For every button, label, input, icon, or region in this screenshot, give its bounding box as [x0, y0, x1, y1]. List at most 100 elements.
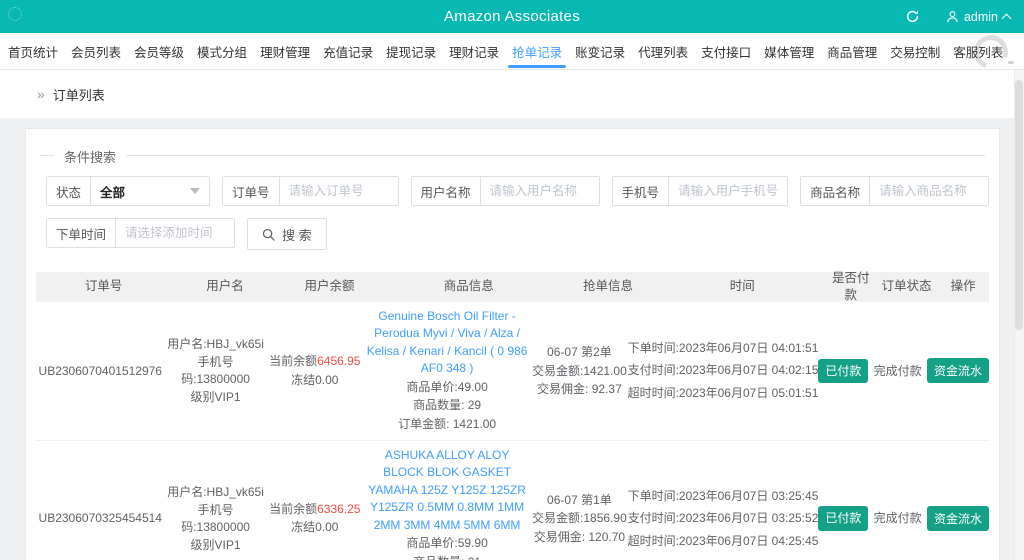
balance-value: 6456.95	[317, 354, 361, 369]
search-form: 状态 全部 订单号 用户名称 手机号 商品名称	[26, 156, 999, 266]
main-nav: 首页统计 会员列表 会员等级 模式分组 理财管理 充值记录 提现记录 理财记录 …	[0, 29, 1024, 75]
refresh-icon[interactable]	[905, 9, 920, 24]
nav-item-payment-gateway[interactable]: 支付接口	[701, 33, 751, 70]
content-card: 条件搜索 状态 全部 订单号 用户名称 手机号	[25, 128, 1000, 560]
nav-item-finance-mgmt[interactable]: 理财管理	[260, 33, 310, 70]
search-fieldset: 条件搜索	[40, 147, 985, 166]
app-title: Amazon Associates	[444, 8, 580, 25]
admin-username: admin	[963, 9, 998, 24]
status-cell: 完成付款	[873, 511, 922, 526]
product-name-group: 商品名称	[800, 176, 990, 206]
status-selected-value: 全部	[100, 185, 126, 200]
user-phone: 手机号码:13800000	[181, 502, 250, 534]
fund-flow-button[interactable]: 资金流水	[926, 506, 989, 532]
balance-label: 当前余额	[269, 502, 318, 517]
grab-commission: 交易佣金: 92.37	[537, 381, 622, 396]
phone-input[interactable]	[669, 177, 788, 205]
paid-cell: 已付款	[818, 358, 869, 384]
nav-item-recharge-records[interactable]: 充值记录	[323, 33, 373, 70]
col-header-balance: 用户余额	[304, 279, 355, 294]
order-no-input[interactable]	[279, 177, 398, 205]
order-no-cell: UB2306070325454514	[38, 511, 162, 526]
order-amount: 订单金额: 1421.00	[398, 416, 497, 431]
status-select[interactable]: 全部	[91, 177, 209, 205]
username-group: 用户名称	[410, 176, 600, 206]
balance-value: 6336.25	[317, 502, 361, 517]
grab-cell: 06-07 第2单 交易金额:1421.00 交易佣金: 92.37	[531, 343, 627, 399]
user-cell: 用户名:HBJ_vk65i 手机号码:13800000 级别VIP1	[165, 482, 267, 555]
product-qty: 商品数量: 29	[413, 398, 482, 413]
nav-item-support-list[interactable]: 客服列表	[953, 33, 1003, 70]
timeout-time: 超时时间:2023年06月07日 04:25:45	[627, 533, 819, 548]
nav-item-trade-control[interactable]: 交易控制	[890, 33, 940, 70]
nav-item-home-stats[interactable]: 首页统计	[8, 33, 58, 70]
user-icon	[947, 11, 958, 23]
nav-item-member-list[interactable]: 会员列表	[71, 33, 121, 70]
order-time: 下单时间:2023年06月07日 04:01:51	[627, 340, 819, 355]
col-header-status: 订单状态	[881, 279, 932, 294]
paid-badge: 已付款	[818, 506, 869, 532]
order-no-group: 订单号	[222, 176, 399, 206]
grab-seq: 06-07 第1单	[547, 492, 612, 507]
product-name-input[interactable]	[870, 177, 989, 205]
balance-cell: 当前余额6336.25 冻结0.00	[267, 500, 363, 538]
product-link[interactable]: ASHUKA ALLOY ALOY BLOCK BLOK GASKET YAMA…	[363, 447, 531, 534]
order-no-label: 订单号	[223, 177, 280, 205]
product-price: 商品单价:59.90	[406, 536, 488, 551]
col-header-product: 商品信息	[443, 279, 494, 294]
search-button[interactable]: 搜 索	[247, 218, 327, 250]
nav-item-balance-changes[interactable]: 账变记录	[575, 33, 625, 70]
user-phone: 手机号码:13800000	[181, 355, 250, 386]
table-row: UB2306070401512976 用户名:HBJ_vk65i 手机号码:13…	[36, 302, 989, 441]
admin-menu[interactable]: admin	[946, 9, 1012, 24]
frozen-balance: 冻结0.00	[291, 520, 339, 535]
time-cell: 下单时间:2023年06月07日 03:25:45 支付时间:2023年06月0…	[628, 484, 819, 553]
grab-commission: 交易佣金: 120.70	[533, 529, 626, 544]
product-cell: ASHUKA ALLOY ALOY BLOCK BLOK GASKET YAMA…	[363, 447, 531, 560]
caret-down-icon	[190, 188, 201, 194]
action-cell: 资金流水	[926, 358, 989, 384]
nav-item-finance-records[interactable]: 理财记录	[449, 33, 499, 70]
paid-badge: 已付款	[818, 358, 869, 384]
orders-table: 订单号 用户名 用户余额 商品信息 抢单信息 时间 是否付款 订单状态 操作 U…	[36, 270, 989, 560]
product-qty: 商品数量: 31	[363, 554, 531, 560]
nav-item-grab-records[interactable]: 抢单记录	[508, 33, 567, 70]
order-no-cell: UB2306070401512976	[38, 363, 162, 378]
grab-seq: 06-07 第2单	[547, 345, 612, 360]
user-name: 用户名:HBJ_vk65i	[167, 484, 264, 499]
nav-item-agent-list[interactable]: 代理列表	[638, 33, 688, 70]
nav-item-media-mgmt[interactable]: 媒体管理	[764, 33, 814, 70]
order-time-label: 下单时间	[47, 219, 117, 247]
scrollbar-thumb[interactable]	[1015, 80, 1023, 330]
chevron-up-icon	[1001, 13, 1012, 24]
double-chevron-icon: »	[37, 86, 45, 102]
nav-item-product-mgmt[interactable]: 商品管理	[827, 33, 877, 70]
user-cell: 用户名:HBJ_vk65i 手机号码:13800000 级别VIP1	[165, 334, 267, 407]
user-name: 用户名:HBJ_vk65i	[167, 336, 264, 351]
col-header-paid: 是否付款	[831, 270, 870, 303]
product-link[interactable]: Genuine Bosch Oil Filter - Perodua Myvi …	[363, 308, 531, 378]
frozen-balance: 冻结0.00	[291, 372, 339, 387]
phone-group: 手机号	[611, 176, 789, 206]
grab-amount: 交易金额:1856.90	[532, 511, 627, 526]
col-header-grab: 抢单信息	[583, 279, 634, 294]
time-cell: 下单时间:2023年06月07日 04:01:51 支付时间:2023年06月0…	[628, 336, 819, 405]
nav-item-mode-group[interactable]: 模式分组	[197, 33, 247, 70]
product-cell: Genuine Bosch Oil Filter - Perodua Myvi …	[363, 308, 531, 434]
col-header-username: 用户名	[206, 279, 244, 294]
nav-item-member-level[interactable]: 会员等级	[134, 33, 184, 70]
faint-logo-icon	[8, 7, 22, 21]
search-icon	[262, 228, 275, 241]
fund-flow-button[interactable]: 资金流水	[926, 358, 989, 384]
grab-cell: 06-07 第1单 交易金额:1856.90 交易佣金: 120.70	[531, 490, 627, 546]
order-time-input[interactable]	[116, 219, 235, 247]
breadcrumb: » 订单列表	[0, 70, 1024, 118]
balance-cell: 当前余额6456.95 冻结0.00	[267, 352, 363, 390]
user-level: 级别VIP1	[190, 537, 241, 552]
col-header-time: 时间	[729, 279, 755, 294]
action-cell: 资金流水	[926, 506, 989, 532]
nav-item-withdraw-records[interactable]: 提现记录	[386, 33, 436, 70]
username-input[interactable]	[480, 177, 599, 205]
timeout-time: 超时时间:2023年06月07日 05:01:51	[627, 385, 819, 400]
status-cell: 完成付款	[873, 363, 922, 378]
